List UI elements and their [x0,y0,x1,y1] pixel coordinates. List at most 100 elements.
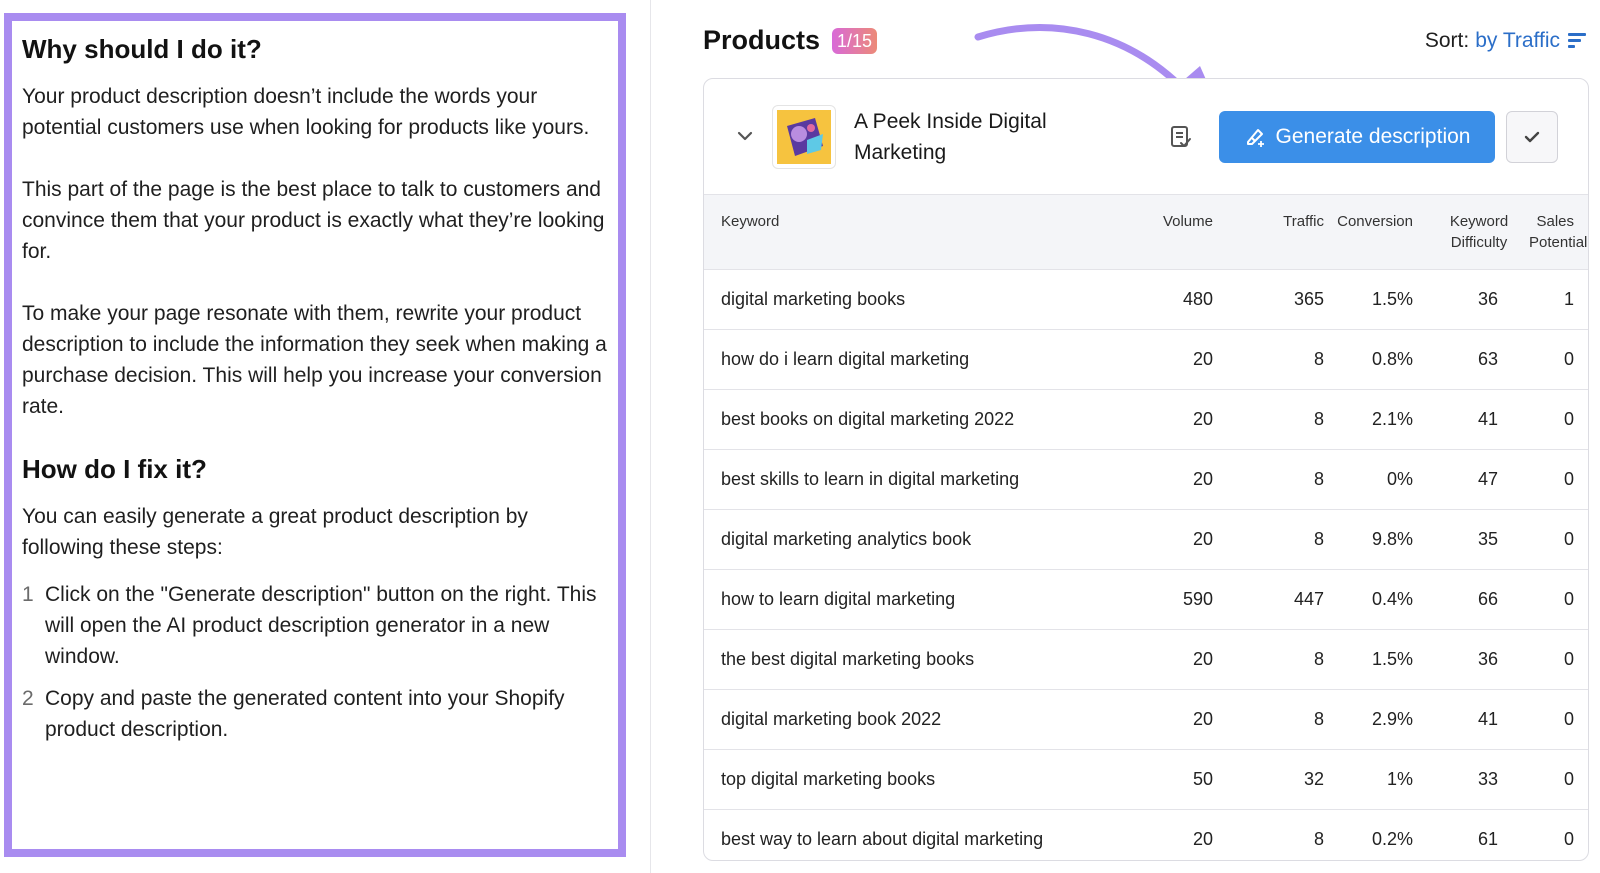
step-item: 2 Copy and paste the generated content i… [22,683,608,745]
keyword-difficulty-cell: 36 [1477,288,1498,309]
keyword-difficulty-cell: 35 [1477,528,1498,549]
table-header-row: Keyword Volume Traffic Conversion Keywor… [704,195,1588,270]
conversion-cell: 9.8% [1371,528,1413,549]
why-paragraph-1: Your product description doesn’t include… [22,85,590,139]
fix-intro: You can easily generate a great product … [22,505,528,559]
volume-cell: 20 [1192,408,1213,429]
volume-cell: 480 [1182,288,1213,309]
keyword-cell: best way to learn about digital marketin… [721,828,1044,849]
header-volume[interactable]: Volume [1124,195,1229,270]
traffic-cell: 8 [1313,528,1324,549]
conversion-cell: 1.5% [1371,648,1413,669]
chevron-down-icon[interactable] [736,129,754,143]
volume-cell: 20 [1192,708,1213,729]
volume-cell: 20 [1192,648,1213,669]
step-text: Click on the "Generate description" butt… [45,583,597,668]
table-row[interactable]: digital marketing book 2022 20 8 2.9% 41 0 [704,689,1588,749]
table-row[interactable]: best books on digital marketing 2022 20 8 2… [704,389,1588,449]
product-card: A Peek Inside Digital Marketing Generate… [703,78,1589,861]
table-row[interactable]: best skills to learn in digital marketin… [704,449,1588,509]
traffic-cell: 8 [1313,648,1324,669]
product-thumbnail [772,105,836,169]
why-paragraph-3: To make your page resonate with them, re… [22,302,607,418]
magic-pen-icon [1246,129,1264,147]
traffic-cell: 8 [1313,468,1324,489]
conversion-cell: 1% [1386,768,1413,789]
products-count-badge: 1/15 [832,27,878,54]
traffic-cell: 8 [1313,828,1324,849]
fix-heading: How do I fix it? [22,454,207,484]
header-sp-line1: Sales [1536,213,1574,230]
header-sales-potential[interactable]: Sales Potential [1529,195,1588,270]
traffic-cell: 8 [1313,408,1324,429]
table-row[interactable]: digital marketing analytics book 20 8 9.8% 3… [704,509,1588,569]
document-check-icon[interactable] [1170,125,1192,149]
keyword-difficulty-cell: 41 [1477,408,1498,429]
table-row[interactable]: how to learn digital marketing 590 447 0.4%… [704,569,1588,629]
table-row[interactable]: top digital marketing books 50 32 1% 33 0 [704,749,1588,809]
table-row[interactable]: digital marketing books 480 365 1.5% 36 1 [704,269,1588,329]
sales-potential-cell: 0 [1563,588,1574,609]
keyword-cell: digital marketing analytics book [721,528,972,549]
products-header: Products 1/15 [703,25,878,56]
conversion-cell: 2.9% [1371,708,1413,729]
header-keyword-difficulty[interactable]: Keyword Difficulty [1429,195,1529,270]
keyword-cell: how to learn digital marketing [721,588,956,609]
generate-description-button[interactable]: Generate description [1219,111,1495,163]
header-kd-line2: Difficulty [1450,234,1508,251]
header-conversion[interactable]: Conversion [1329,195,1429,270]
traffic-cell: 365 [1293,288,1324,309]
products-title: Products [703,25,821,55]
page: Why should I do it? Your product descrip… [0,0,1600,873]
book-cover-image [777,110,831,164]
table-row[interactable]: how do i learn digital marketing 20 8 0.8% 6… [704,329,1588,389]
keyword-difficulty-cell: 36 [1477,648,1498,669]
product-name[interactable]: A Peek Inside Digital Marketing [854,106,1094,168]
sort-control[interactable]: Sort: by Traffic [1425,29,1586,53]
traffic-cell: 32 [1303,768,1324,789]
table-row[interactable]: best way to learn about digital marketin… [704,809,1588,860]
traffic-cell: 447 [1293,588,1324,609]
keyword-difficulty-cell: 63 [1477,348,1498,369]
header-keyword[interactable]: Keyword [704,195,1124,270]
check-icon [1524,131,1540,143]
sales-potential-cell: 0 [1563,348,1574,369]
conversion-cell: 0.2% [1371,828,1413,849]
header-sp-line2: Potential [1529,234,1588,251]
sales-potential-cell: 0 [1563,708,1574,729]
sales-potential-cell: 0 [1563,768,1574,789]
sales-potential-cell: 0 [1563,828,1574,849]
keyword-difficulty-cell: 47 [1477,468,1498,489]
sort-value-link[interactable]: by Traffic [1475,29,1560,53]
conversion-cell: 0.8% [1371,348,1413,369]
issue-explanation-panel: Why should I do it? Your product descrip… [4,13,626,857]
steps-list: 1 Click on the "Generate description" bu… [22,579,608,745]
sales-potential-cell: 0 [1563,648,1574,669]
step-number: 1 [22,583,34,606]
table-row[interactable]: the best digital marketing books 20 8 1.5% 3… [704,629,1588,689]
traffic-cell: 8 [1313,348,1324,369]
keyword-cell: the best digital marketing books [721,648,975,669]
sort-lines-icon[interactable] [1568,33,1586,49]
volume-cell: 590 [1182,588,1213,609]
conversion-cell: 0.4% [1371,588,1413,609]
keyword-cell: best books on digital marketing 2022 [721,408,1015,429]
header-traffic[interactable]: Traffic [1229,195,1329,270]
why-paragraph-2: This part of the page is the best place … [22,178,605,263]
keywords-table-body: digital marketing books 480 365 1.5% 36 1 how … [704,269,1588,860]
volume-cell: 20 [1192,528,1213,549]
generate-description-label: Generate description [1275,125,1471,148]
volume-cell: 50 [1192,768,1213,789]
panel-divider [650,0,651,873]
mark-done-button[interactable] [1506,111,1558,163]
sales-potential-cell: 0 [1563,528,1574,549]
step-text: Copy and paste the generated content int… [45,687,565,741]
sales-potential-cell: 0 [1563,408,1574,429]
keyword-difficulty-cell: 66 [1477,588,1498,609]
volume-cell: 20 [1192,348,1213,369]
keywords-table: Keyword Volume Traffic Conversion Keywor… [704,195,1588,860]
volume-cell: 20 [1192,828,1213,849]
traffic-cell: 8 [1313,708,1324,729]
volume-cell: 20 [1192,468,1213,489]
product-row: A Peek Inside Digital Marketing Generate… [704,79,1588,195]
